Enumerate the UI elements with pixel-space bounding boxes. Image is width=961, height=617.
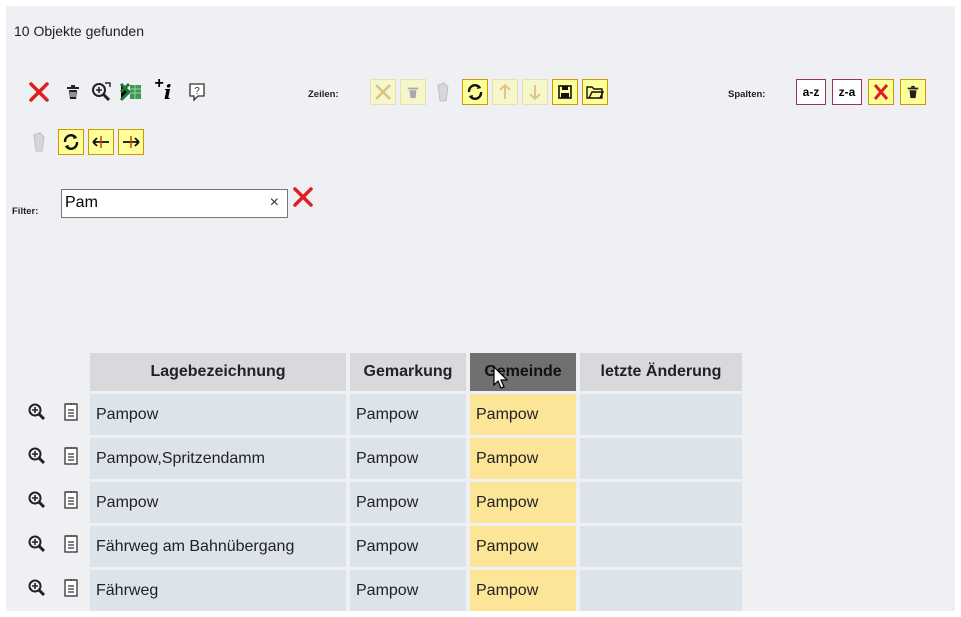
rows-label: Zeilen:	[308, 89, 339, 100]
sort-za-button[interactable]: z-a	[832, 79, 862, 105]
result-count: 10 Objekte gefunden	[14, 23, 144, 39]
cell-gemeinde: Pampow	[470, 570, 576, 611]
mouse-cursor-icon	[493, 365, 509, 395]
table-row: Pampow Pampow Pampow	[22, 394, 742, 435]
row-document-icon[interactable]	[56, 570, 86, 611]
row-document-icon[interactable]	[56, 438, 86, 479]
columns-move-right-icon[interactable]	[118, 129, 144, 155]
columns-refresh-icon[interactable]	[58, 129, 84, 155]
cell-letzte-aenderung	[580, 526, 742, 567]
header-lagebezeichnung[interactable]: Lagebezeichnung	[90, 353, 346, 391]
cell-letzte-aenderung	[580, 394, 742, 435]
cell-gemarkung: Pampow	[350, 526, 466, 567]
row-document-icon[interactable]	[56, 482, 86, 523]
rows-redo-icon[interactable]	[430, 79, 456, 105]
cell-lagebezeichnung: Fährweg	[90, 570, 346, 611]
cell-letzte-aenderung	[580, 570, 742, 611]
rows-refresh-icon[interactable]	[462, 79, 488, 105]
columns-trash-icon[interactable]	[900, 79, 926, 105]
rows-delete-icon[interactable]	[370, 79, 396, 105]
delete-x-icon[interactable]	[26, 79, 52, 105]
columns-redo-icon[interactable]	[26, 129, 52, 155]
header-gemeinde[interactable]: Gemeinde	[470, 353, 576, 391]
add-info-icon[interactable]: + i	[150, 75, 176, 104]
trash-icon[interactable]	[60, 79, 86, 105]
cell-gemarkung: Pampow	[350, 482, 466, 523]
cell-gemeinde: Pampow	[470, 526, 576, 567]
table-row: Fährweg am Bahnübergang Pampow Pampow	[22, 526, 742, 567]
rows-save-icon[interactable]	[552, 79, 578, 105]
columns-delete-icon[interactable]	[868, 79, 894, 105]
cell-lagebezeichnung: Pampow	[90, 394, 346, 435]
cell-gemarkung: Pampow	[350, 438, 466, 479]
row-zoom-icon[interactable]	[22, 482, 52, 523]
cell-gemarkung: Pampow	[350, 570, 466, 611]
rows-up-icon[interactable]	[492, 79, 518, 105]
svg-text:?: ?	[194, 86, 200, 97]
row-zoom-icon[interactable]	[22, 438, 52, 479]
table-row: Pampow Pampow Pampow	[22, 482, 742, 523]
filter-box: ×	[61, 189, 288, 218]
rows-trash-icon[interactable]	[400, 79, 426, 105]
filter-label: Filter:	[12, 206, 39, 217]
row-zoom-icon[interactable]	[22, 526, 52, 567]
sort-az-button[interactable]: a-z	[796, 79, 826, 105]
info-label: i	[163, 80, 172, 104]
cell-letzte-aenderung	[580, 482, 742, 523]
table-header-row: Lagebezeichnung Gemarkung Gemeinde letzt…	[22, 353, 742, 391]
table-row: Fährweg Pampow Pampow	[22, 570, 742, 611]
zoom-selection-icon[interactable]	[88, 79, 114, 105]
header-gemarkung[interactable]: Gemarkung	[350, 353, 466, 391]
cell-gemeinde: Pampow	[470, 482, 576, 523]
table-row: Pampow,Spritzendamm Pampow Pampow	[22, 438, 742, 479]
cell-lagebezeichnung: Pampow,Spritzendamm	[90, 438, 346, 479]
row-zoom-icon[interactable]	[22, 570, 52, 611]
filter-input[interactable]	[65, 192, 255, 214]
rows-down-icon[interactable]	[522, 79, 548, 105]
cell-gemeinde: Pampow	[470, 394, 576, 435]
row-document-icon[interactable]	[56, 526, 86, 567]
cell-gemeinde: Pampow	[470, 438, 576, 479]
filter-reset-icon[interactable]	[292, 186, 314, 213]
header-spacer	[22, 353, 52, 391]
filter-clear-button[interactable]: ×	[270, 194, 279, 212]
row-document-icon[interactable]	[56, 394, 86, 435]
help-icon[interactable]: ?	[184, 79, 210, 105]
cell-gemarkung: Pampow	[350, 394, 466, 435]
result-panel: 10 Objekte gefunden + i ? Zeilen: Spalte…	[6, 6, 955, 611]
rows-open-icon[interactable]	[582, 79, 608, 105]
results-table: Lagebezeichnung Gemarkung Gemeinde letzt…	[18, 350, 746, 614]
excel-export-icon[interactable]	[118, 79, 144, 105]
columns-label: Spalten:	[728, 89, 766, 100]
cell-letzte-aenderung	[580, 438, 742, 479]
row-zoom-icon[interactable]	[22, 394, 52, 435]
header-letzte-aenderung[interactable]: letzte Änderung	[580, 353, 742, 391]
columns-move-left-icon[interactable]	[88, 129, 114, 155]
cell-lagebezeichnung: Fährweg am Bahnübergang	[90, 526, 346, 567]
cell-lagebezeichnung: Pampow	[90, 482, 346, 523]
header-spacer	[56, 353, 86, 391]
